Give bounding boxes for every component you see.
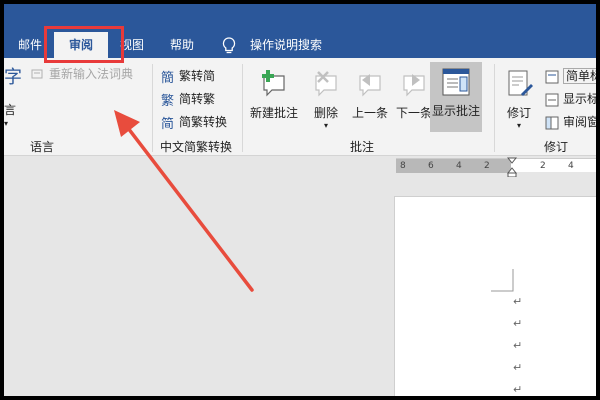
annotation-arrow (114, 110, 254, 292)
